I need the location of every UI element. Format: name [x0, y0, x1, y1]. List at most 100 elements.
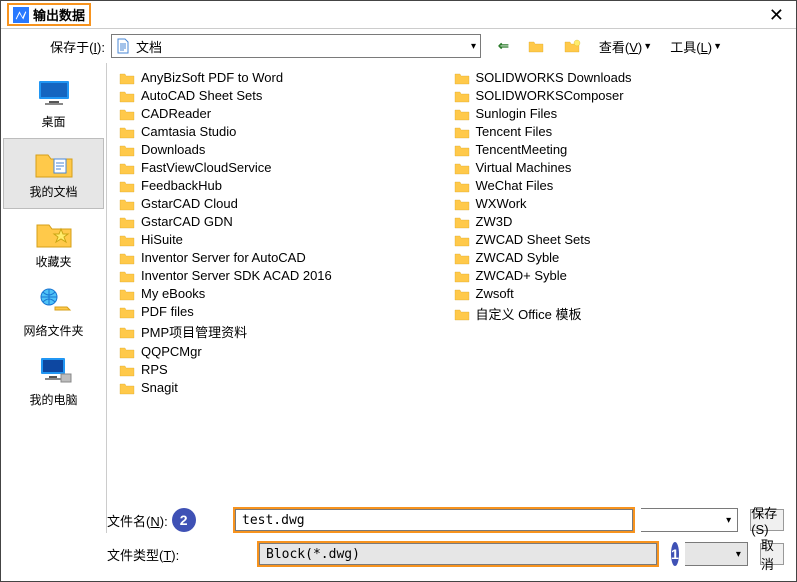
title-highlight: 输出数据 — [7, 3, 91, 26]
file-name: GstarCAD Cloud — [141, 196, 238, 211]
save-button[interactable]: 保存(S) — [750, 509, 784, 531]
file-name: Inventor Server SDK ACAD 2016 — [141, 268, 332, 283]
chevron-down-icon: ▾ — [736, 549, 741, 560]
file-list[interactable]: AnyBizSoft PDF to Word AutoCAD Sheet Sets… — [107, 63, 796, 533]
places-sidebar: 桌面 我的文档 收藏夹 网络文件夹 我的电脑 — [1, 63, 107, 533]
list-item[interactable]: QQPCMgr — [117, 343, 452, 360]
file-column-2: SOLIDWORKS Downloads SOLIDWORKSComposer Su… — [452, 69, 787, 527]
titlebar: 输出数据 ✕ — [1, 1, 796, 29]
new-folder-button[interactable] — [556, 35, 588, 57]
filename-input[interactable] — [235, 509, 633, 531]
badge-2: 2 — [172, 508, 196, 532]
list-item[interactable]: Sunlogin Files — [452, 105, 787, 122]
list-item[interactable]: Camtasia Studio — [117, 123, 452, 140]
tools-menu[interactable]: 工具(L)▼ — [663, 35, 729, 57]
open-folder-button[interactable] — [520, 35, 552, 57]
list-item[interactable]: HiSuite — [117, 231, 452, 248]
list-item[interactable]: PMP项目管理资料 — [117, 321, 452, 342]
list-item[interactable]: Downloads — [117, 141, 452, 158]
window-title: 输出数据 — [33, 5, 85, 24]
filetype-highlight — [257, 541, 659, 567]
file-name: AnyBizSoft PDF to Word — [141, 70, 283, 85]
cancel-button[interactable]: 取消 — [760, 543, 784, 565]
back-button[interactable]: ⇐ — [491, 35, 516, 57]
file-name: Camtasia Studio — [141, 124, 236, 139]
file-name: FastViewCloudService — [141, 160, 272, 175]
filename-highlight — [233, 507, 635, 533]
list-item[interactable]: ZWCAD Syble — [452, 249, 787, 266]
filename-dropdown[interactable]: ▾ — [641, 508, 738, 532]
list-item[interactable]: TencentMeeting — [452, 141, 787, 158]
list-item[interactable]: GstarCAD GDN — [117, 213, 452, 230]
path-display: 文档 — [136, 37, 162, 56]
file-name: ZWCAD Sheet Sets — [476, 232, 591, 247]
list-item[interactable]: Tencent Files — [452, 123, 787, 140]
list-item[interactable]: WeChat Files — [452, 177, 787, 194]
list-item[interactable]: My eBooks — [117, 285, 452, 302]
list-item[interactable]: ZWCAD+ Syble — [452, 267, 787, 284]
favorites-icon — [34, 217, 74, 249]
network-icon — [34, 286, 74, 318]
list-item[interactable]: SOLIDWORKS Downloads — [452, 69, 787, 86]
computer-icon — [34, 355, 74, 387]
sidebar-item-network[interactable]: 网络文件夹 — [3, 278, 104, 347]
path-select[interactable]: 文档 ▾ — [111, 34, 481, 58]
file-name: WXWork — [476, 196, 527, 211]
list-item[interactable]: ZW3D — [452, 213, 787, 230]
file-name: HiSuite — [141, 232, 183, 247]
list-item[interactable]: FeedbackHub — [117, 177, 452, 194]
list-item[interactable]: AutoCAD Sheet Sets — [117, 87, 452, 104]
file-name: Inventor Server for AutoCAD — [141, 250, 306, 265]
file-name: GstarCAD GDN — [141, 214, 233, 229]
list-item[interactable]: ZWCAD Sheet Sets — [452, 231, 787, 248]
list-item[interactable]: CADReader — [117, 105, 452, 122]
list-item[interactable]: GstarCAD Cloud — [117, 195, 452, 212]
file-name: ZWCAD Syble — [476, 250, 560, 265]
list-item[interactable]: Inventor Server for AutoCAD — [117, 249, 452, 266]
file-name: FeedbackHub — [141, 178, 222, 193]
save-in-label: 保存于(I): — [11, 37, 105, 56]
list-item[interactable]: Zwsoft — [452, 285, 787, 302]
file-name: QQPCMgr — [141, 344, 202, 359]
main-area: 桌面 我的文档 收藏夹 网络文件夹 我的电脑 AnyBizSoft PDF to… — [1, 63, 796, 533]
documents-folder-icon — [34, 147, 74, 179]
list-item[interactable]: Snagit — [117, 379, 452, 396]
file-name: ZW3D — [476, 214, 513, 229]
chevron-down-icon: ▼ — [713, 41, 722, 51]
file-name: PMP项目管理资料 — [141, 322, 247, 341]
list-item[interactable]: AnyBizSoft PDF to Word — [117, 69, 452, 86]
list-item[interactable]: Inventor Server SDK ACAD 2016 — [117, 267, 452, 284]
badge-1: 1 — [671, 542, 679, 566]
view-menu[interactable]: 查看(V)▼ — [592, 35, 659, 57]
list-item[interactable]: PDF files — [117, 303, 452, 320]
file-name: CADReader — [141, 106, 211, 121]
list-item[interactable]: Virtual Machines — [452, 159, 787, 176]
filename-label: 文件名(N): 2 — [107, 508, 227, 532]
sidebar-item-favorites[interactable]: 收藏夹 — [3, 209, 104, 278]
chevron-down-icon: ▼ — [643, 41, 652, 51]
list-item[interactable]: WXWork — [452, 195, 787, 212]
list-item[interactable]: RPS — [117, 361, 452, 378]
file-name: Tencent Files — [476, 124, 553, 139]
file-name: My eBooks — [141, 286, 205, 301]
file-name: Downloads — [141, 142, 205, 157]
file-name: TencentMeeting — [476, 142, 568, 157]
toolbar-buttons: ⇐ 查看(V)▼ 工具(L)▼ — [491, 35, 729, 57]
file-name: ZWCAD+ Syble — [476, 268, 567, 283]
list-item[interactable]: 自定义 Office 模板 — [452, 303, 787, 324]
filetype-select[interactable] — [259, 543, 657, 565]
sidebar-item-desktop[interactable]: 桌面 — [3, 69, 104, 138]
filetype-dropdown[interactable]: ▾ — [685, 542, 748, 566]
sidebar-item-computer[interactable]: 我的电脑 — [3, 347, 104, 416]
bottom-panel: 文件名(N): 2 ▾ 保存(S) 文件类型(T): 1 ▾ 取消 — [1, 501, 796, 577]
file-name: RPS — [141, 362, 168, 377]
close-icon[interactable]: ✕ — [763, 4, 790, 26]
file-name: Sunlogin Files — [476, 106, 558, 121]
list-item[interactable]: SOLIDWORKSComposer — [452, 87, 787, 104]
file-name: SOLIDWORKSComposer — [476, 88, 624, 103]
chevron-down-icon: ▾ — [471, 41, 476, 52]
list-item[interactable]: FastViewCloudService — [117, 159, 452, 176]
file-name: Zwsoft — [476, 286, 514, 301]
app-icon — [13, 7, 29, 23]
sidebar-item-documents[interactable]: 我的文档 — [3, 138, 104, 209]
